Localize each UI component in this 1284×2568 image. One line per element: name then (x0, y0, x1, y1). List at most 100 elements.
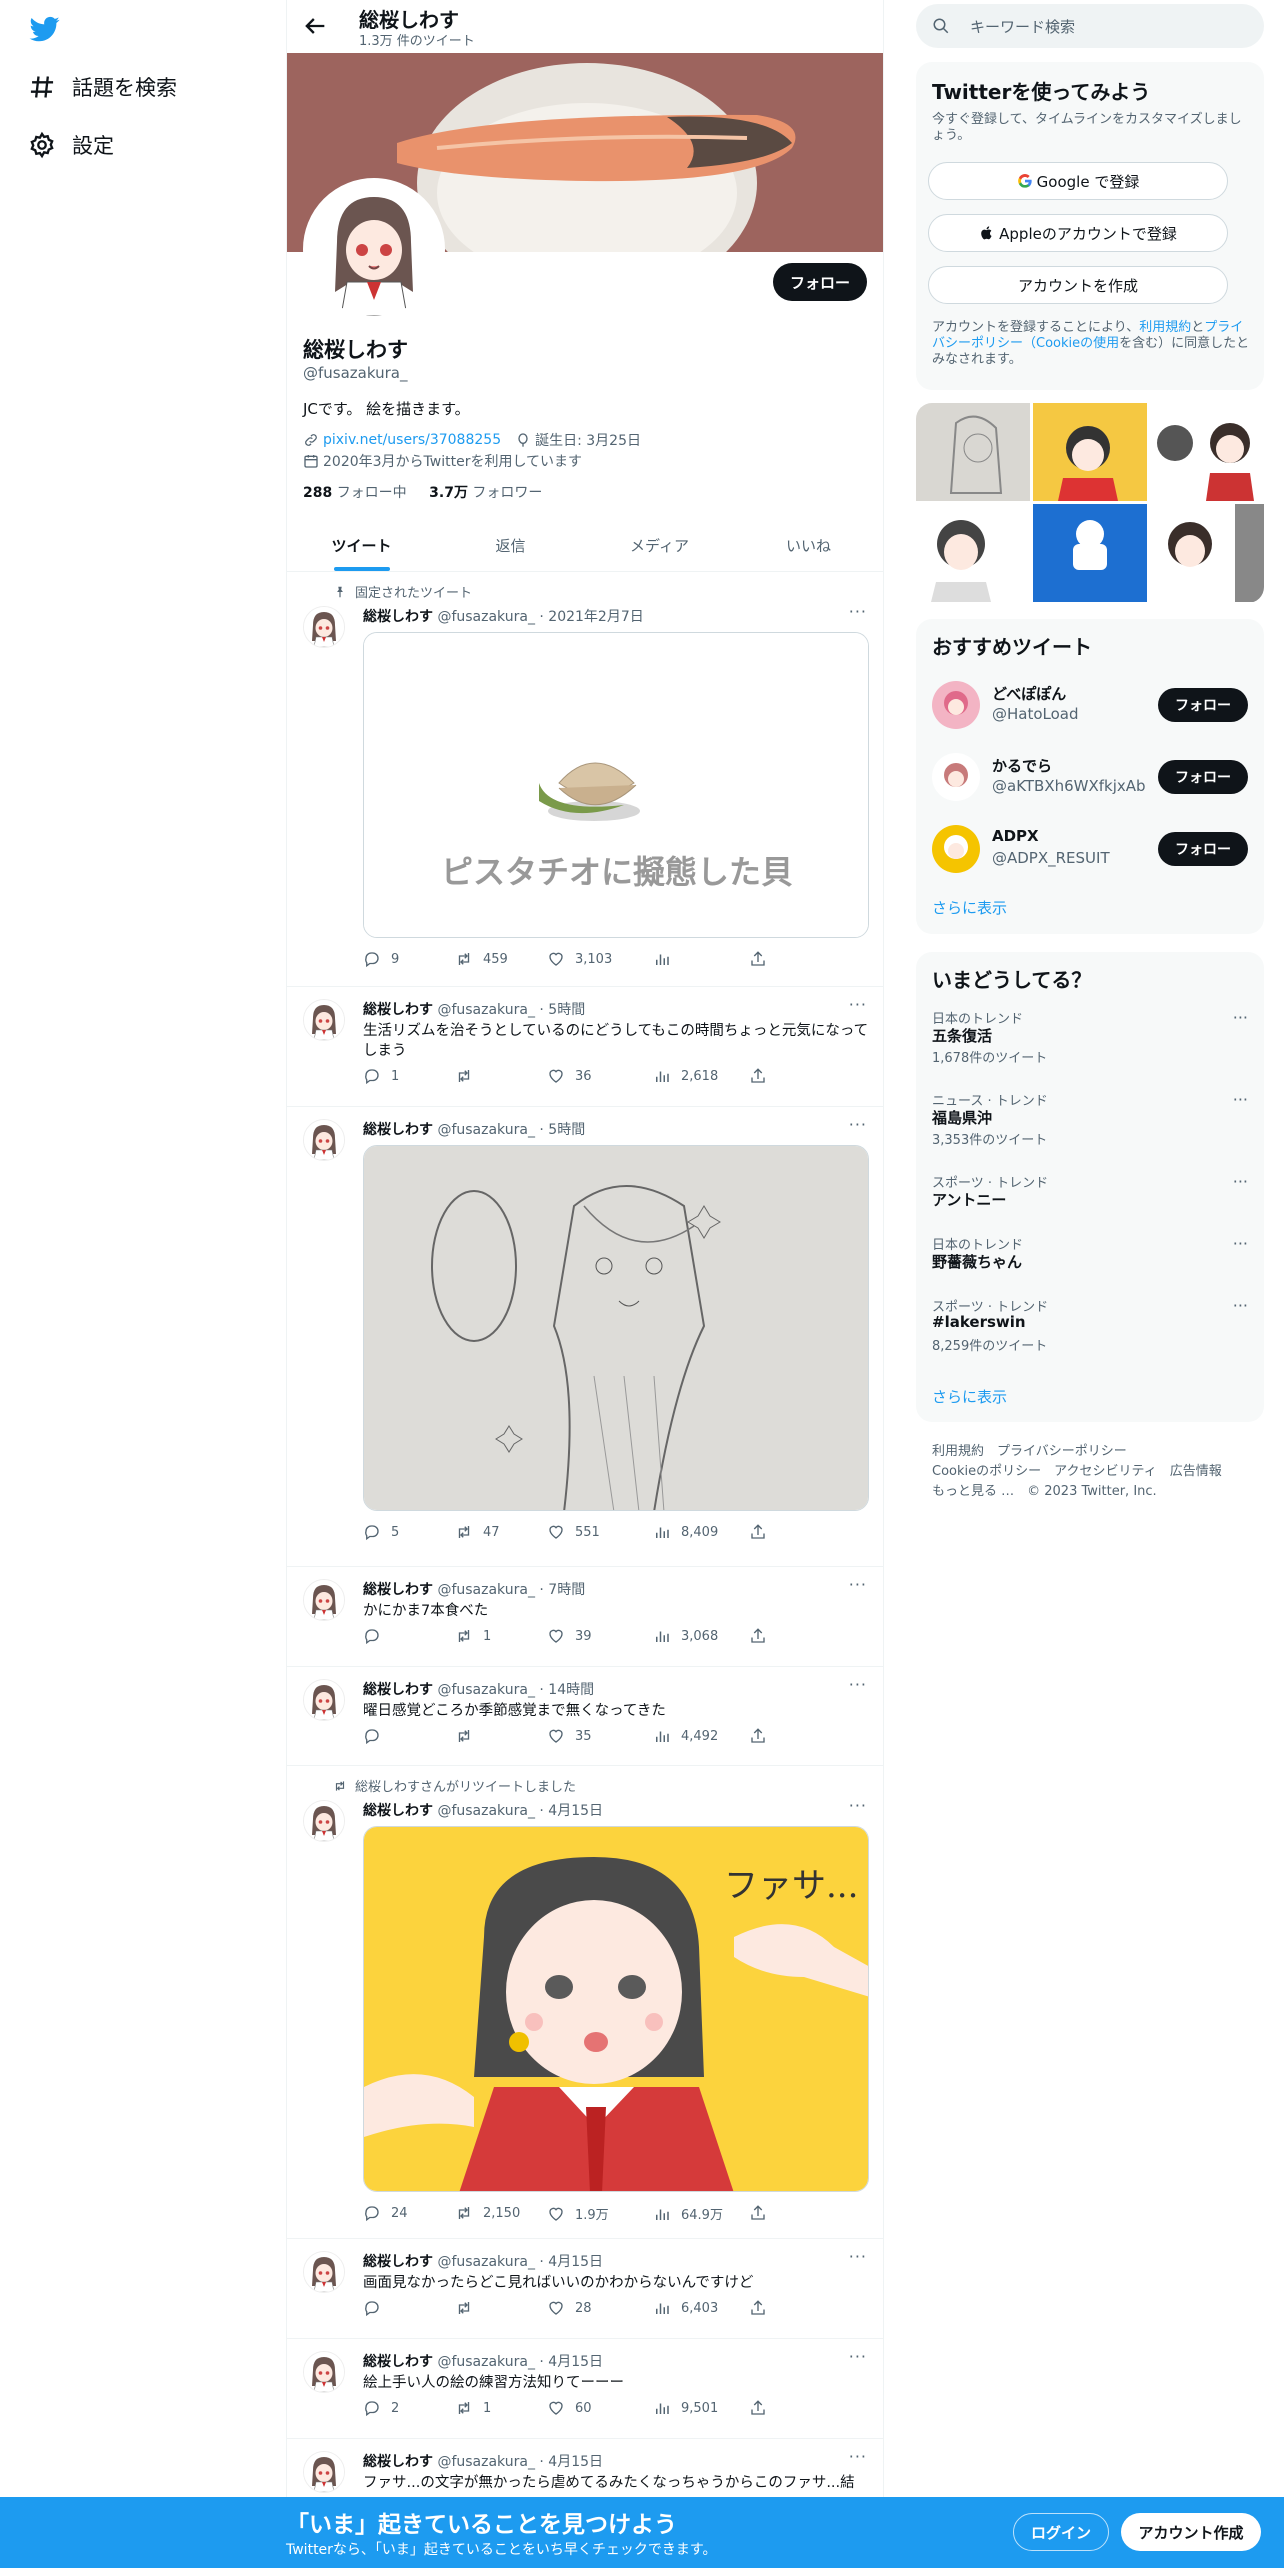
tweet[interactable]: 総桜しわす @fusazakura_ · 4月15日 ··· 画面見なかったらどこ見… (287, 2239, 883, 2339)
retweet-button[interactable]: 1 (455, 1627, 491, 1645)
tweet[interactable]: 総桜しわす @fusazakura_ · 7時間 ··· かにかま7本食べた 1 39 3… (287, 1567, 883, 1667)
footer-links-1[interactable]: 利用規約 プライバシーポリシー (932, 1440, 1127, 1459)
tweet-author-handle[interactable]: @fusazakura_ (437, 2354, 535, 2370)
like-button[interactable]: 36 (547, 1067, 592, 1085)
tweet[interactable]: 総桜しわす @fusazakura_ · 14時間 ··· 曜日感覚どころか季節感覚… (287, 1667, 883, 1766)
tweet-author-name[interactable]: 総桜しわす (363, 1002, 433, 1018)
tweet-avatar[interactable] (303, 2451, 345, 2493)
more-icon[interactable]: ··· (849, 2347, 867, 2366)
reply-button[interactable]: 24 (363, 2204, 408, 2222)
more-icon[interactable]: ··· (849, 1575, 867, 1594)
tweet-avatar[interactable] (303, 2251, 345, 2293)
tweet-author-name[interactable]: 総桜しわす (363, 2354, 433, 2370)
media-thumb[interactable] (1150, 403, 1264, 501)
apple-signup-button[interactable]: Appleのアカウントで登録 (928, 214, 1228, 252)
like-button[interactable]: 35 (547, 1727, 592, 1745)
tab-replies[interactable]: 返信 (436, 520, 585, 571)
login-button[interactable]: ログイン (1013, 2513, 1109, 2551)
tweet-author-name[interactable]: 総桜しわす (363, 2454, 433, 2470)
recommended-follow-button[interactable]: フォロー (1158, 760, 1248, 794)
views-button[interactable]: 8,409 (653, 1523, 718, 1541)
recommended-handle[interactable]: @ADPX_RESUIT (992, 849, 1110, 867)
more-icon[interactable]: ··· (849, 995, 867, 1014)
like-button[interactable]: 28 (547, 2299, 592, 2317)
more-icon[interactable]: ··· (849, 2247, 867, 2266)
tweet[interactable]: 総桜しわす @fusazakura_ · 5時間 ··· 生活リズムを治そうとしてい… (287, 987, 883, 1107)
retweet-button[interactable]: 459 (455, 950, 508, 968)
views-button[interactable]: 3,068 (653, 1627, 718, 1645)
recommended-user[interactable]: かるでら @aKTBXh6WXfkjxAb フォロー (916, 743, 1264, 811)
tweet-author-handle[interactable]: @fusazakura_ (437, 2454, 535, 2470)
reply-button[interactable] (363, 2299, 391, 2317)
tweet-author-name[interactable]: 総桜しわす (363, 609, 433, 625)
tweet-author-name[interactable]: 総桜しわす (363, 1582, 433, 1598)
media-thumb[interactable] (916, 504, 1030, 602)
recommended-name[interactable]: ADPX (992, 827, 1039, 845)
tweet-author-handle[interactable]: @fusazakura_ (437, 1002, 535, 1018)
trend-item[interactable]: 日本のトレンド 五条復活 1,678件のツイート ··· (916, 1008, 1264, 1088)
tweet-avatar[interactable] (303, 606, 345, 648)
like-button[interactable]: 551 (547, 1523, 600, 1541)
tweet-timestamp[interactable]: · 2021年2月7日 (539, 609, 643, 625)
like-button[interactable]: 1.9万 (547, 2204, 609, 2223)
recommended-user[interactable]: ADPX @ADPX_RESUIT フォロー (916, 815, 1264, 883)
footer-links-2[interactable]: Cookieのポリシー アクセシビリティ 広告情報 (932, 1460, 1222, 1479)
tweet-author-name[interactable]: 総桜しわす (363, 1803, 433, 1819)
trend-item[interactable]: ニュース · トレンド 福島県沖 3,353件のツイート ··· (916, 1090, 1264, 1170)
tweet[interactable]: 固定されたツイート 総桜しわす @fusazakura_ · 2021年2月7日 ·… (287, 572, 883, 987)
tweet-media[interactable] (363, 1145, 869, 1511)
reply-button[interactable]: 5 (363, 1523, 399, 1541)
recommended-follow-button[interactable]: フォロー (1158, 688, 1248, 722)
tweet-author-name[interactable]: 総桜しわす (363, 1122, 433, 1138)
retweet-button[interactable]: 2,150 (455, 2204, 520, 2222)
twitter-logo-icon[interactable] (28, 14, 62, 44)
more-icon[interactable]: ··· (849, 1115, 867, 1134)
back-arrow-icon[interactable] (301, 12, 329, 40)
tweet-avatar[interactable] (303, 999, 345, 1041)
share-button[interactable] (749, 1727, 777, 1745)
share-button[interactable] (749, 950, 777, 968)
more-icon[interactable]: ··· (1233, 1008, 1248, 1027)
reply-button[interactable]: 1 (363, 1067, 399, 1085)
tweet-timestamp[interactable]: · 4月15日 (539, 2454, 603, 2470)
signup-button[interactable]: アカウント作成 (1121, 2513, 1261, 2551)
tweet-timestamp[interactable]: · 4月15日 (539, 2354, 603, 2370)
recommended-name[interactable]: かるでら (992, 755, 1052, 776)
more-icon[interactable]: ··· (1233, 1234, 1248, 1253)
recommended-avatar[interactable] (932, 825, 980, 873)
views-button[interactable]: 9,501 (653, 2399, 718, 2417)
tweet-avatar[interactable] (303, 1579, 345, 1621)
tweet-author-handle[interactable]: @fusazakura_ (437, 609, 535, 625)
tweet-author-name[interactable]: 総桜しわす (363, 1682, 433, 1698)
create-account-button[interactable]: アカウントを作成 (928, 266, 1228, 304)
nav-settings[interactable]: 設定 (28, 125, 114, 165)
views-button[interactable]: 2,618 (653, 1067, 718, 1085)
views-button[interactable]: 4,492 (653, 1727, 718, 1745)
recommended-avatar[interactable] (932, 753, 980, 801)
like-button[interactable]: 60 (547, 2399, 592, 2417)
tweet[interactable]: 総桜しわすさんがリツイートしました 総桜しわす @fusazakura_ · 4月… (287, 1766, 883, 2239)
google-signup-button[interactable]: Google で登録 (928, 162, 1228, 200)
like-button[interactable]: 3,103 (547, 950, 612, 968)
retweet-button[interactable]: 1 (455, 2399, 491, 2417)
retweet-button[interactable]: 47 (455, 1523, 500, 1541)
tweet-timestamp[interactable]: · 4月15日 (539, 2254, 603, 2270)
recommended-user[interactable]: どべぽぽん @HatoLoad フォロー (916, 671, 1264, 739)
like-button[interactable]: 39 (547, 1627, 592, 1645)
tweet[interactable]: 総桜しわす @fusazakura_ · 4月15日 ··· 絵上手い人の絵の練習方… (287, 2339, 883, 2439)
tweet[interactable]: 総桜しわす @fusazakura_ · 5時間 ··· 5 47 551 8,409 (287, 1107, 883, 1567)
more-icon[interactable]: ··· (1233, 1090, 1248, 1109)
tweet-author-handle[interactable]: @fusazakura_ (437, 1803, 535, 1819)
recommended-avatar[interactable] (932, 681, 980, 729)
tweet-author-handle[interactable]: @fusazakura_ (437, 1122, 535, 1138)
views-button[interactable]: 6,403 (653, 2299, 718, 2317)
recommended-name[interactable]: どべぽぽん (992, 683, 1066, 704)
share-button[interactable] (749, 2204, 777, 2222)
trends-more-link[interactable]: さらに表示 (932, 1386, 1007, 1407)
reply-button[interactable] (363, 1627, 391, 1645)
tweet-timestamp[interactable]: · 5時間 (539, 1002, 585, 1018)
tab-tweets[interactable]: ツイート (287, 520, 436, 571)
search-bar[interactable]: キーワード検索 (916, 4, 1264, 48)
media-thumb[interactable] (1150, 504, 1264, 602)
tweet-timestamp[interactable]: · 14時間 (539, 1682, 594, 1698)
